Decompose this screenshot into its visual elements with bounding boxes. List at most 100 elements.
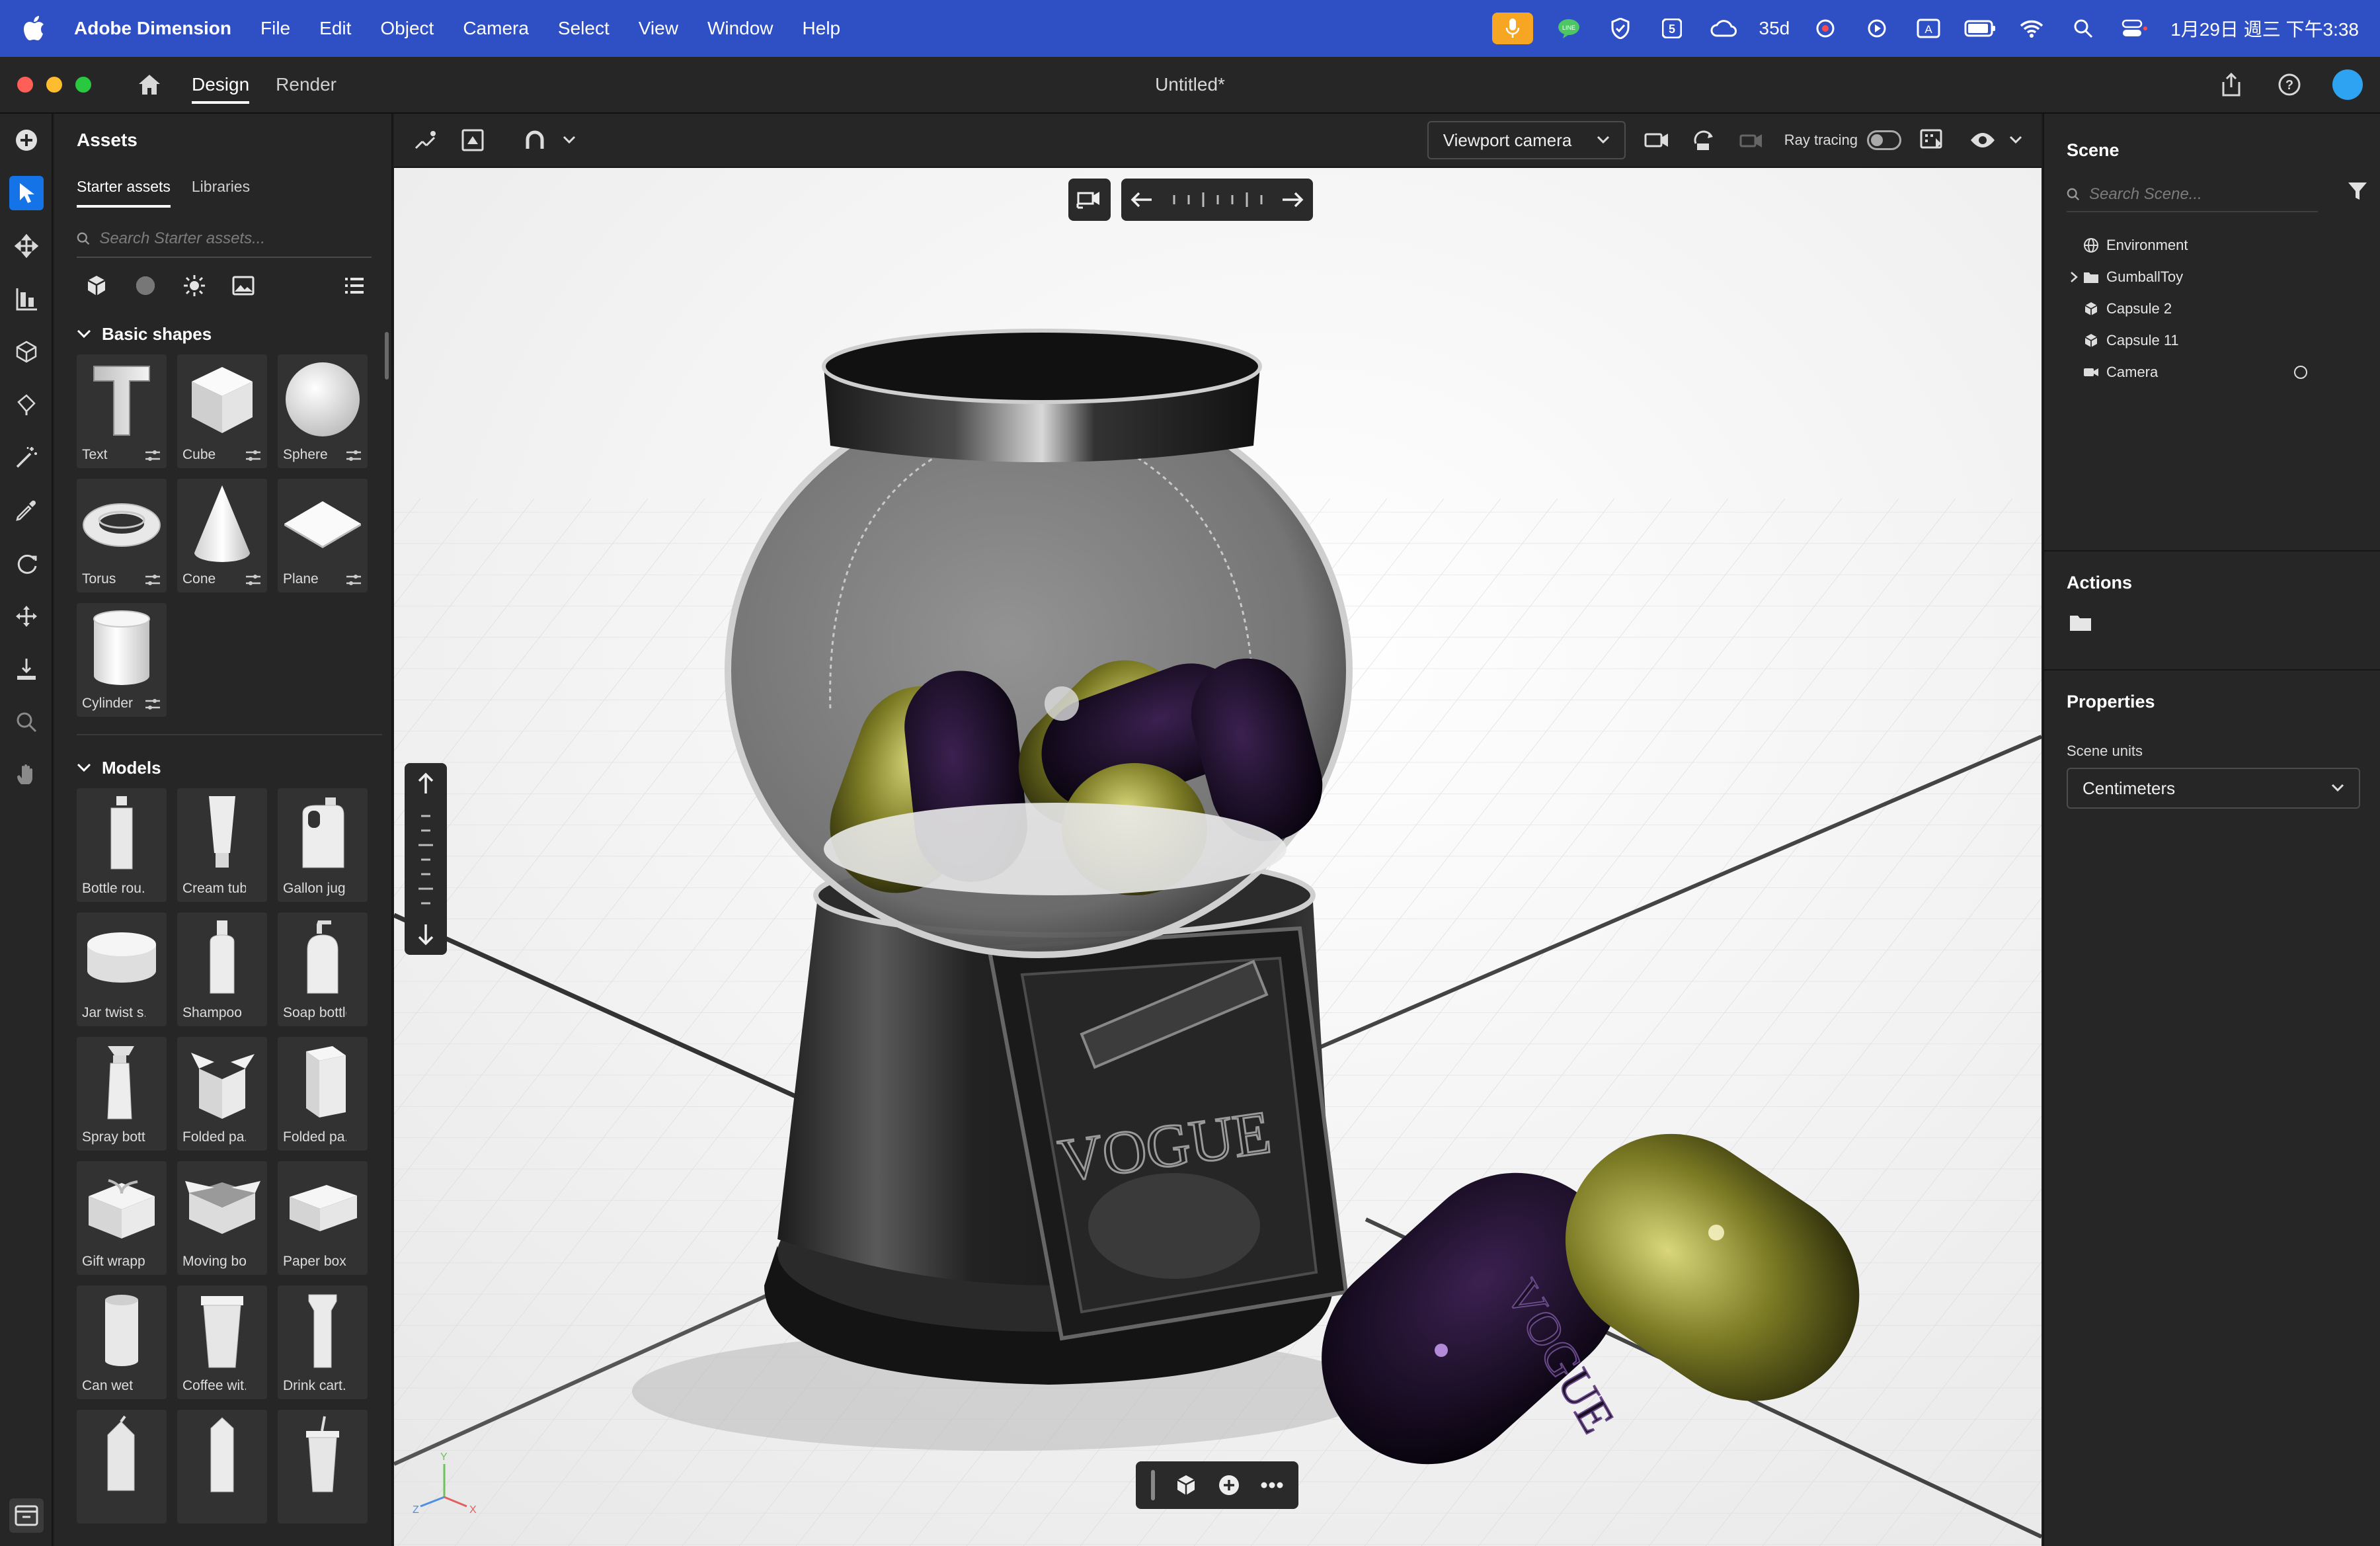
asset-tile[interactable] <box>278 1410 368 1524</box>
menu-camera[interactable]: Camera <box>463 18 529 39</box>
camera-disabled-icon[interactable] <box>1735 124 1768 157</box>
asset-tile[interactable]: Jar twist s... <box>77 913 167 1026</box>
panel-toggle-icon[interactable] <box>9 1498 44 1533</box>
dolly-scrubber[interactable] <box>416 809 436 909</box>
asset-tile[interactable]: Folded pa... <box>177 1037 267 1151</box>
asset-tile[interactable]: Soap bottle <box>278 913 368 1026</box>
arrow-down-icon[interactable] <box>417 923 434 946</box>
asset-tile[interactable]: Cone <box>177 479 267 592</box>
line-chat-icon[interactable]: LINE <box>1553 15 1585 42</box>
history-scrubber[interactable] <box>1168 190 1267 210</box>
scene-item-gumballtoy[interactable]: GumballToy <box>2044 261 2380 293</box>
scene-units-select[interactable]: Centimeters <box>2067 768 2360 809</box>
paint-tool[interactable] <box>0 378 53 431</box>
zoom-window-button[interactable] <box>75 77 91 93</box>
zoom-tool[interactable] <box>0 696 53 749</box>
app-menu[interactable]: Adobe Dimension <box>74 18 231 39</box>
menu-object[interactable]: Object <box>380 18 434 39</box>
select-tool[interactable] <box>0 167 53 220</box>
filter-funnel-icon[interactable] <box>2347 181 2368 205</box>
magnet-icon[interactable] <box>518 124 551 157</box>
menu-select[interactable]: Select <box>558 18 610 39</box>
folder-action-icon[interactable] <box>2044 613 2380 635</box>
add-content-button[interactable] <box>0 114 53 167</box>
asset-tile[interactable]: Cube <box>177 354 267 468</box>
asset-tile[interactable]: Sphere <box>278 354 368 468</box>
asset-tile[interactable]: Plane <box>278 479 368 592</box>
filter-materials-icon[interactable] <box>131 271 160 300</box>
magic-wand-tool[interactable] <box>0 431 53 484</box>
asset-tile[interactable]: Coffee wit... <box>177 1285 267 1399</box>
control-center-icon[interactable] <box>2119 15 2151 42</box>
menu-help[interactable]: Help <box>803 18 841 39</box>
move-tool[interactable] <box>0 220 53 272</box>
chevron-right-icon[interactable] <box>2068 271 2080 283</box>
creative-cloud-icon[interactable] <box>1708 15 1739 42</box>
arrow-up-icon[interactable] <box>417 772 434 795</box>
status-days-text[interactable]: 35d <box>1759 15 1790 42</box>
menubar-clock[interactable]: 1月29日 週三 下午3:38 <box>2170 15 2359 42</box>
frame-select-icon[interactable] <box>456 124 489 157</box>
more-options-icon[interactable] <box>1260 1481 1284 1489</box>
menu-view[interactable]: View <box>639 18 678 39</box>
orbit-tool[interactable] <box>0 537 53 590</box>
home-icon[interactable] <box>134 69 165 101</box>
ray-tracing-toggle[interactable] <box>1867 130 1901 150</box>
asset-tile[interactable]: Paper box ... <box>278 1161 368 1275</box>
scene-item-capsule-2[interactable]: Capsule 2 <box>2044 293 2380 325</box>
render-preview-icon[interactable] <box>1916 124 1949 157</box>
camera-toggle[interactable] <box>1068 179 1111 221</box>
filter-images-icon[interactable] <box>229 271 258 300</box>
add-circle-icon[interactable] <box>1217 1473 1241 1497</box>
asset-tile[interactable]: Gallon jug <box>278 788 368 902</box>
menu-edit[interactable]: Edit <box>319 18 351 39</box>
minimize-window-button[interactable] <box>46 77 62 93</box>
scene-item-camera[interactable]: Camera <box>2044 356 2380 388</box>
microphone-icon[interactable] <box>1491 13 1533 44</box>
align-distribute-tool[interactable] <box>0 272 53 325</box>
camera-select[interactable]: Viewport camera <box>1427 121 1626 159</box>
list-view-icon[interactable] <box>340 271 369 300</box>
tab-libraries[interactable]: Libraries <box>192 178 250 196</box>
close-window-button[interactable] <box>17 77 33 93</box>
asset-tile[interactable]: Folded pa... <box>278 1037 368 1151</box>
camera-bookmark-icon[interactable] <box>1640 124 1673 157</box>
asset-tile[interactable]: Drink cart... <box>278 1285 368 1399</box>
scene-item-capsule-11[interactable]: Capsule 11 <box>2044 325 2380 356</box>
asset-tile[interactable]: Text <box>77 354 167 468</box>
tab-design[interactable]: Design <box>192 56 250 113</box>
asset-tile[interactable]: Cream tube <box>177 788 267 902</box>
asset-tile[interactable] <box>77 1410 167 1524</box>
filter-lights-icon[interactable] <box>180 271 209 300</box>
share-icon[interactable] <box>2216 69 2246 100</box>
shield-check-icon[interactable] <box>1605 15 1636 42</box>
asset-tile[interactable]: Shampoo ... <box>177 913 267 1026</box>
arrow-left-icon[interactable] <box>1130 191 1153 208</box>
hand-tool[interactable] <box>0 749 53 801</box>
chevron-down-icon[interactable] <box>553 124 586 157</box>
asset-tile[interactable]: Cylinder <box>77 603 167 717</box>
timer-icon[interactable] <box>1809 15 1841 42</box>
asset-tile[interactable] <box>177 1410 267 1524</box>
visibility-eye-icon[interactable] <box>1966 124 1999 157</box>
dolly-tool[interactable] <box>0 643 53 696</box>
apple-menu-icon[interactable] <box>21 14 48 43</box>
five-badge-icon[interactable]: 5 <box>1656 15 1688 42</box>
help-icon[interactable]: ? <box>2274 69 2305 100</box>
menu-file[interactable]: File <box>260 18 290 39</box>
menu-window[interactable]: Window <box>707 18 774 39</box>
assets-scrollbar[interactable] <box>385 332 389 380</box>
chevron-down-icon[interactable] <box>1999 124 2032 157</box>
scene-search-input[interactable] <box>2089 185 2318 204</box>
tab-starter-assets[interactable]: Starter assets <box>77 178 171 208</box>
asset-tile[interactable]: Bottle rou... <box>77 788 167 902</box>
snap-icon[interactable] <box>409 124 442 157</box>
input-source-icon[interactable]: A <box>1913 15 1944 42</box>
drag-handle[interactable] <box>1150 1470 1155 1500</box>
user-avatar[interactable] <box>2332 69 2363 100</box>
basic-shapes-header[interactable]: Basic shapes <box>54 313 391 354</box>
sample-tool[interactable] <box>0 484 53 537</box>
spotlight-search-icon[interactable] <box>2067 15 2099 42</box>
camera-rotate-icon[interactable] <box>1688 124 1721 157</box>
asset-tile[interactable]: Moving bo... <box>177 1161 267 1275</box>
